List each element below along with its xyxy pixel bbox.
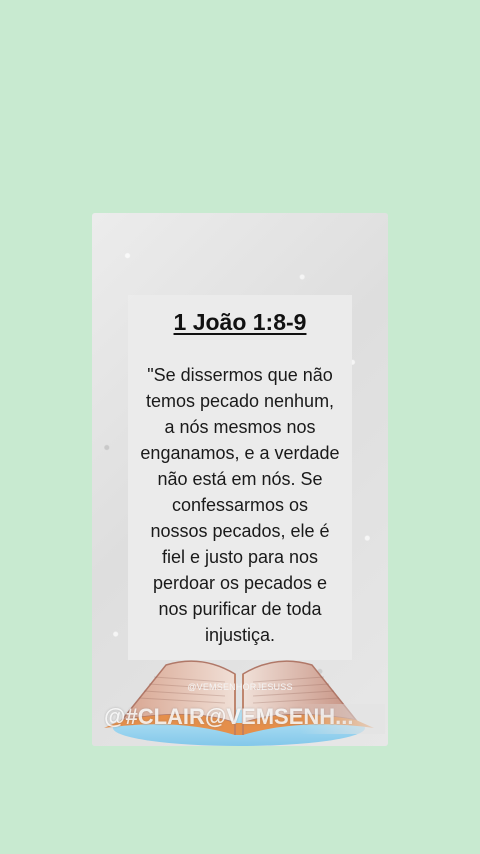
verse-line: confessarmos os <box>171 495 309 515</box>
verse-line: perdoar os pecados e <box>152 573 328 593</box>
verse-line: enganamos, e a verdade <box>140 443 340 463</box>
verse-line: fiel e justo para nos <box>161 547 319 567</box>
verse-line: nos purificar de toda <box>158 599 322 619</box>
verse-line: injustiça. <box>204 625 276 645</box>
verse-line: temos pecado nenhum, <box>145 391 335 411</box>
verse-line: "Se dissermos que não <box>147 365 333 385</box>
small-handle-text: @VEMSENHORJESUSS <box>187 682 293 692</box>
watermark-fade <box>300 704 385 734</box>
verse-line: nossos pecados, ele é <box>150 521 330 541</box>
verse-line: a nós mesmos nos <box>164 417 316 437</box>
verse-reference-title: 1 João 1:8-9 <box>173 309 307 335</box>
verse-line: não está em nós. Se <box>157 469 323 489</box>
verse-text: "Se dissermos que não temos pecado nenhu… <box>122 362 358 648</box>
